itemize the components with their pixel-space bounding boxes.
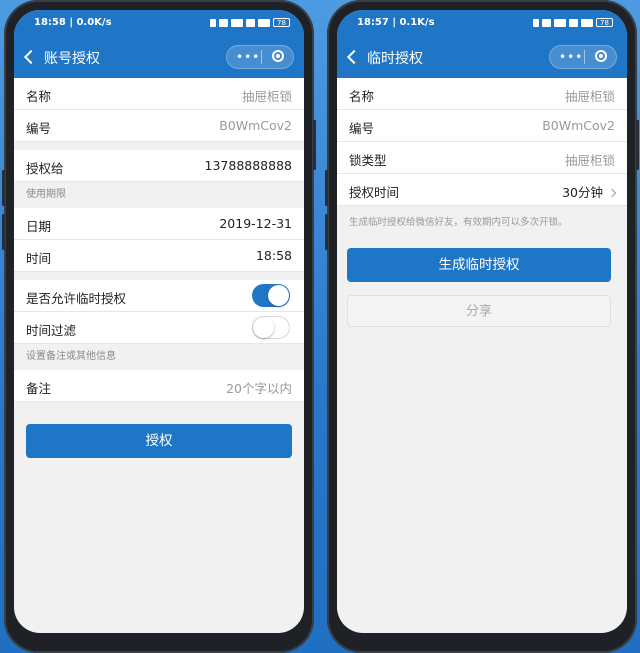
lock-type-row: 锁类型 抽屉柜锁 [337,142,627,174]
time-label: 时间 [26,251,52,266]
time-filter-label: 时间过滤 [26,323,77,338]
date-picker[interactable]: 2019-12-31 [219,216,292,231]
form: 名称 抽屉柜锁 编号 B0WmCov2 锁类型 抽屉柜锁 授权时间 30分钟 生… [337,78,627,633]
lock-type-label: 锁类型 [349,153,387,168]
grant-to-label: 授权给 [26,161,64,176]
status-time: 18:57 | 0.1K/s [357,17,435,28]
generate-temp-auth-button[interactable]: 生成临时授权 [347,248,611,282]
divider [584,50,585,64]
date-label: 日期 [26,219,52,234]
date-row[interactable]: 日期 2019-12-31 [14,208,304,240]
screen: 18:57 | 0.1K/s 78 临时授权 ••• 名称 抽屉柜锁 编号 B0… [337,10,627,633]
time-filter-row: 时间过滤 [14,312,304,344]
top-bar: 18:58 | 0.0K/s 78 账号授权 ••• [14,10,304,78]
signal-icon [581,18,593,27]
status-time: 18:58 | 0.0K/s [34,17,112,28]
code-label: 编号 [349,121,375,136]
power-button [636,120,639,170]
mini-program-capsule: ••• [549,45,617,69]
name-label: 名称 [349,89,375,104]
left-phone: 18:58 | 0.0K/s 78 账号授权 ••• 名称 抽屉柜锁 编号 B0… [2,0,316,653]
volume-button [325,214,328,250]
nav-bar: 临时授权 ••• [337,36,627,78]
volume-button [2,170,5,206]
duration-value: 30分钟 [562,185,603,200]
right-phone: 18:57 | 0.1K/s 78 临时授权 ••• 名称 抽屉柜锁 编号 B0… [325,0,639,653]
status-bar: 18:57 | 0.1K/s 78 [337,10,627,36]
mini-program-capsule: ••• [226,45,294,69]
code-value: B0WmCov2 [219,118,292,133]
duration-label: 授权时间 [349,185,400,200]
time-row[interactable]: 时间 18:58 [14,240,304,272]
time-filter-toggle[interactable] [252,316,290,339]
allow-temp-row: 是否允许临时授权 [14,280,304,312]
code-row: 编号 B0WmCov2 [14,110,304,142]
time-picker[interactable]: 18:58 [256,248,292,263]
battery-icon: 78 [596,18,613,27]
hd-icon [569,18,578,27]
duration-row[interactable]: 授权时间 30分钟 [337,174,627,206]
validity-section-header: 使用期限 [26,189,66,200]
hint-text: 生成临时授权给微信好友，有效期内可以多次开锁。 [349,217,568,228]
duration-select[interactable]: 30分钟 [562,182,617,201]
code-row: 编号 B0WmCov2 [337,110,627,142]
page-title: 账号授权 [44,51,100,67]
name-row: 名称 抽屉柜锁 [14,78,304,110]
allow-temp-label: 是否允许临时授权 [26,291,127,306]
share-button[interactable]: 分享 [347,295,611,327]
battery-icon: 78 [273,18,290,27]
remark-section-header: 设置备注或其他信息 [26,351,116,362]
close-target-icon[interactable] [595,50,607,62]
hd-icon [542,18,551,27]
bluetooth-icon [533,18,539,27]
authorize-button[interactable]: 授权 [26,424,292,458]
back-arrow-icon[interactable] [346,49,362,65]
chevron-right-icon [607,188,617,198]
hd-icon [219,18,228,27]
page-title: 临时授权 [367,51,423,67]
back-arrow-icon[interactable] [23,49,39,65]
name-label: 名称 [26,89,52,104]
screen: 18:58 | 0.0K/s 78 账号授权 ••• 名称 抽屉柜锁 编号 B0… [14,10,304,633]
lock-type-value: 抽屉柜锁 [564,153,615,168]
remark-input[interactable]: 20个字以内 [226,378,292,397]
more-icon[interactable]: ••• [559,49,583,65]
form: 名称 抽屉柜锁 编号 B0WmCov2 授权给 13788888888 使用期限… [14,78,304,633]
signal-icon [554,18,566,27]
divider [261,50,262,64]
status-icons: 78 [533,18,613,27]
top-bar: 18:57 | 0.1K/s 78 临时授权 ••• [337,10,627,78]
volume-button [325,170,328,206]
status-icons: 78 [210,18,290,27]
name-row: 名称 抽屉柜锁 [337,78,627,110]
name-value: 抽屉柜锁 [564,89,615,104]
name-value: 抽屉柜锁 [241,89,292,104]
bluetooth-icon [210,18,216,27]
signal-icon [258,18,270,27]
remark-label: 备注 [26,381,52,396]
status-bar: 18:58 | 0.0K/s 78 [14,10,304,36]
hd-icon [246,18,255,27]
code-value: B0WmCov2 [542,118,615,133]
more-icon[interactable]: ••• [236,49,260,65]
allow-temp-toggle[interactable] [252,284,290,307]
power-button [313,120,316,170]
signal-icon [231,18,243,27]
remark-row[interactable]: 备注 20个字以内 [14,370,304,402]
close-target-icon[interactable] [272,50,284,62]
code-label: 编号 [26,121,52,136]
grant-to-row[interactable]: 授权给 13788888888 [14,150,304,182]
grant-to-field[interactable]: 13788888888 [205,158,292,173]
nav-bar: 账号授权 ••• [14,36,304,78]
volume-button [2,214,5,250]
